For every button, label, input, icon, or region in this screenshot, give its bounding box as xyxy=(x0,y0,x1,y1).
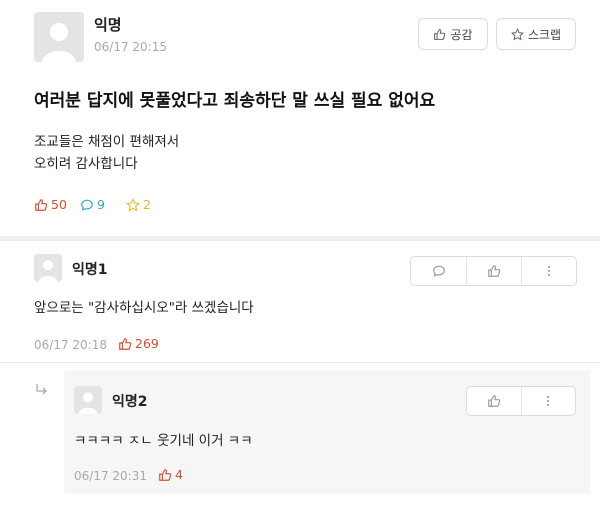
speech-bubble-icon xyxy=(432,265,445,277)
vertical-dots-icon xyxy=(547,266,551,276)
post-avatar xyxy=(34,12,84,62)
scrap-button[interactable]: 스크랩 xyxy=(496,18,576,50)
post-body-line-2: 오히려 감사합니다 xyxy=(34,156,138,172)
thumbs-up-icon xyxy=(488,395,501,407)
star-icon xyxy=(510,27,524,40)
comment-more-button[interactable] xyxy=(521,257,576,285)
post-nickname: 익명 xyxy=(94,16,122,34)
reply-avatar xyxy=(74,386,102,414)
comment-nickname: 익명1 xyxy=(72,262,108,278)
comment-divider xyxy=(0,362,600,363)
comment-like-button[interactable] xyxy=(466,257,521,285)
person-silhouette-icon xyxy=(34,12,84,62)
like-button[interactable]: 공감 xyxy=(418,18,488,50)
post-comment-count: 9 xyxy=(80,197,105,212)
person-silhouette-icon xyxy=(34,254,62,282)
comment-like-count: 269 xyxy=(118,336,159,351)
post-like-count: 50 xyxy=(34,197,67,212)
reply-like-count: 4 xyxy=(158,467,183,482)
thumbs-up-icon xyxy=(119,337,132,350)
reply-time: 06/17 20:31 xyxy=(74,469,147,483)
reply-actions xyxy=(466,386,576,416)
post-title: 여러분 답지에 못풀었다고 죄송하단 말 쓰실 필요 없어요 xyxy=(34,91,436,111)
reply-like-button[interactable] xyxy=(467,387,521,415)
post-comment-count-value: 9 xyxy=(97,197,105,212)
comment-time: 06/17 20:18 xyxy=(34,338,107,352)
comment-like-count-value: 269 xyxy=(135,336,159,351)
comment-reply-button[interactable] xyxy=(411,257,466,285)
reply-nickname: 익명2 xyxy=(112,394,148,410)
comment-actions xyxy=(410,256,577,286)
post-body-line-1: 조교들은 채점이 편해져서 xyxy=(34,134,180,150)
post-like-count-value: 50 xyxy=(51,197,67,212)
person-silhouette-icon xyxy=(74,386,102,414)
vertical-dots-icon xyxy=(547,396,550,406)
like-button-label: 공감 xyxy=(450,27,473,42)
thumbs-up-icon xyxy=(35,198,48,211)
reply-text: ㅋㅋㅋㅋ ㅈㄴ 웃기네 이거 ㅋㅋ xyxy=(74,433,253,449)
scrap-button-label: 스크랩 xyxy=(527,27,562,42)
speech-bubble-icon xyxy=(81,199,93,211)
post-divider xyxy=(0,236,600,241)
thumbs-up-icon xyxy=(488,265,501,277)
reply: 익명2 ㅋㅋㅋㅋ ㅈㄴ 웃기네 이거 ㅋㅋ 06/17 20:31 4 xyxy=(64,370,590,494)
reply-arrow-icon xyxy=(36,384,47,395)
reply-like-count-value: 4 xyxy=(175,467,183,482)
star-icon xyxy=(126,197,140,211)
thumbs-up-icon xyxy=(159,468,172,481)
comment-avatar xyxy=(34,254,62,282)
post-scrap-count-value: 2 xyxy=(143,197,151,212)
comment-text: 앞으로는 "감사하십시오"라 쓰겠습니다 xyxy=(34,300,254,316)
post-time: 06/17 20:15 xyxy=(94,40,167,54)
reply-more-button[interactable] xyxy=(520,387,575,415)
thumbs-up-icon xyxy=(434,28,446,40)
post-scrap-count: 2 xyxy=(126,197,151,212)
